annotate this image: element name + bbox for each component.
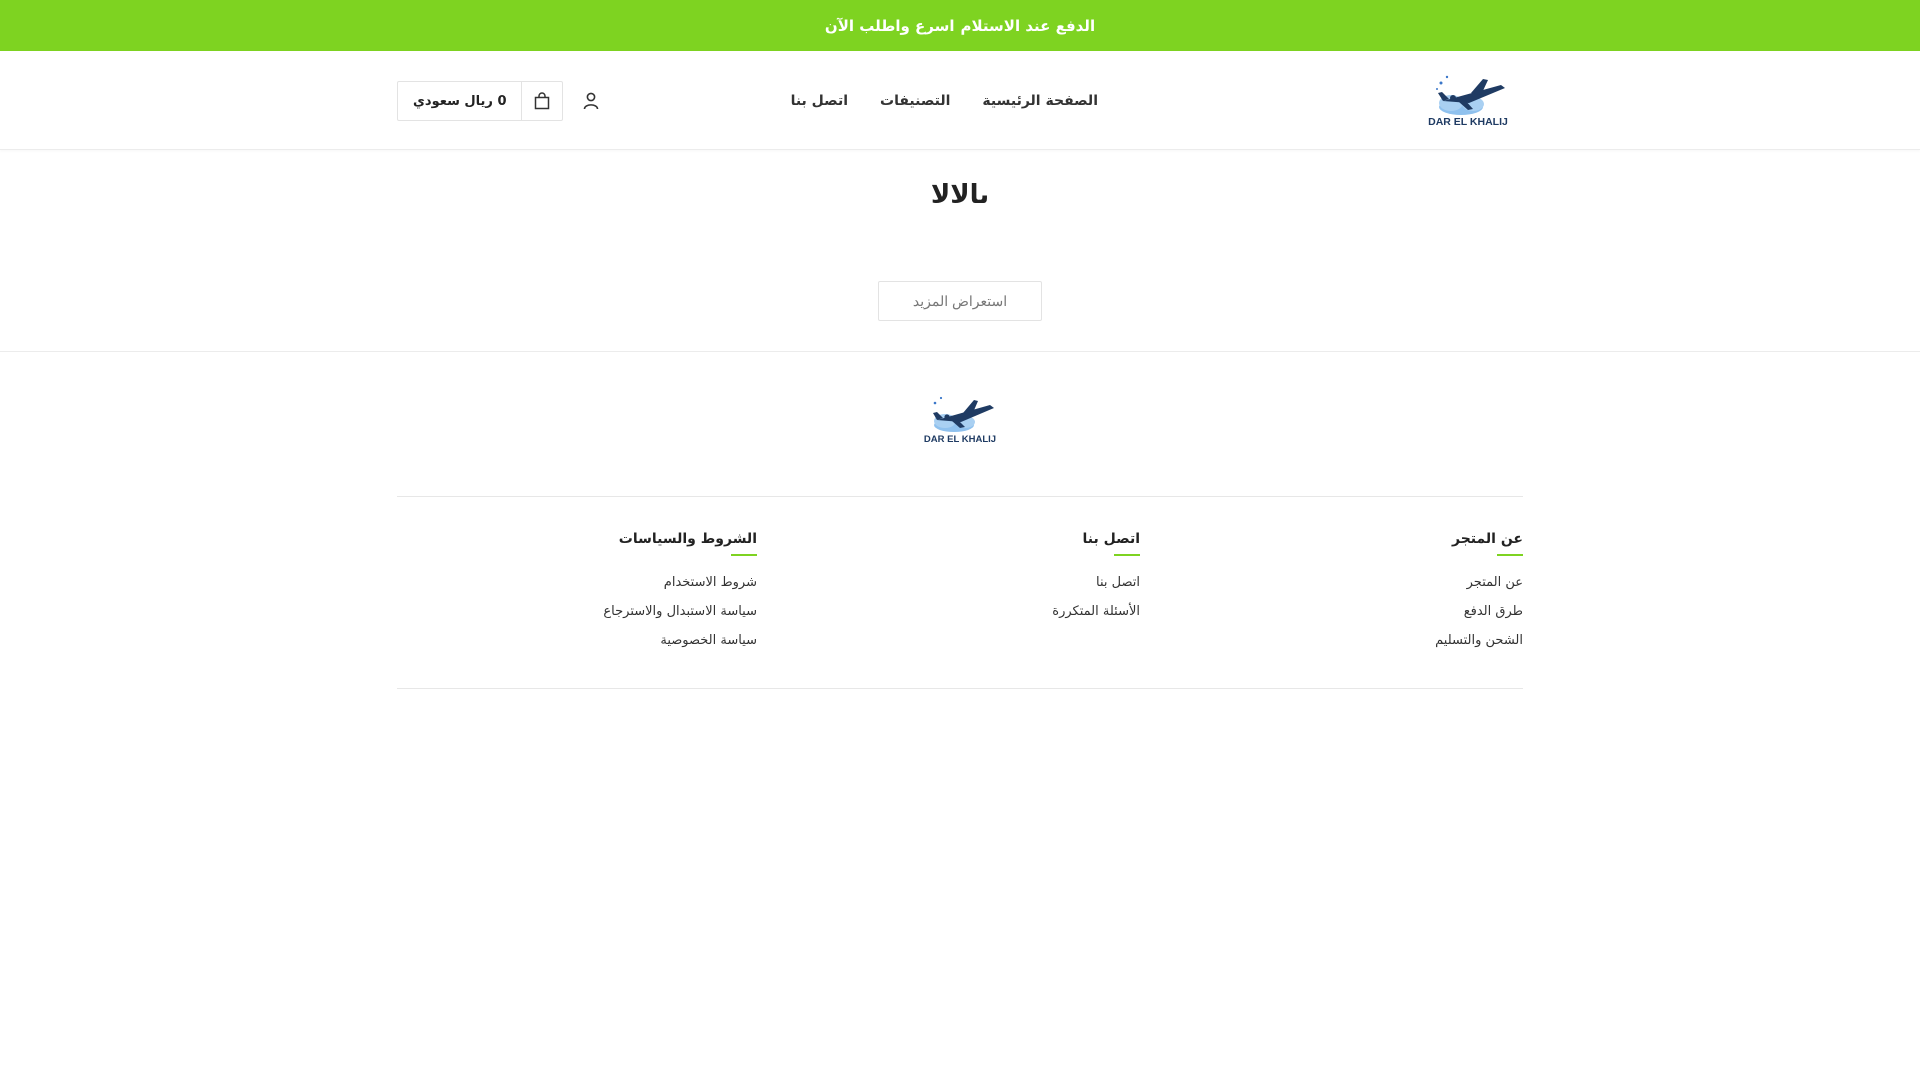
title-underline — [1497, 554, 1523, 556]
footer-link-privacy[interactable]: سياسة الخصوصية — [397, 632, 757, 649]
cart-icon-wrap[interactable] — [522, 82, 562, 120]
footer-logo[interactable]: DAR EL KHALIJ — [910, 393, 1010, 445]
footer-logo-graphic: DAR EL KHALIJ — [924, 396, 996, 445]
title-underline — [731, 554, 757, 556]
footer-link-faq[interactable]: الأسئلة المتكررة — [780, 603, 1140, 620]
nav-categories[interactable]: التصنيفات — [880, 93, 950, 109]
footer-link-returns[interactable]: سياسة الاستبدال والاسترجاع — [397, 603, 757, 620]
cart-total: 0 ريال سعودي — [398, 82, 523, 120]
site-header: DAR EL KHALIJ الصفحة الرئيسية التصنيفات … — [0, 51, 1920, 150]
announcement-bar: الدفع عند الاستلام اسرع واطلب الآن — [0, 0, 1920, 51]
footer-link-about[interactable]: عن المتجر — [1163, 574, 1523, 591]
title-underline — [1114, 554, 1140, 556]
content-divider — [0, 351, 1920, 352]
footer-divider-bottom — [397, 688, 1523, 689]
page-title: ىالالا — [930, 180, 990, 210]
footer-col-title: الشروط والسياسات — [618, 531, 757, 547]
footer-col-policies: الشروط والسياسات شروط الاستخدام سياسة ال… — [397, 528, 757, 661]
store-logo[interactable]: DAR EL KHALIJ — [1413, 71, 1523, 129]
logo-graphic: DAR EL KHALIJ — [1428, 75, 1508, 128]
footer-col-title: اتصل بنا — [1082, 531, 1140, 547]
nav-contact[interactable]: اتصل بنا — [791, 93, 848, 109]
footer-divider-top — [397, 496, 1523, 497]
footer-link-shipping[interactable]: الشحن والتسليم — [1163, 632, 1523, 649]
footer-logo-wordmark: DAR EL KHALIJ — [924, 434, 996, 445]
user-icon — [583, 92, 599, 110]
announcement-text-cod: الدفع عند الاستلام — [960, 16, 1096, 35]
cart-icon — [535, 92, 550, 110]
footer-link-payment[interactable]: طرق الدفع — [1163, 603, 1523, 620]
footer-link-contact[interactable]: اتصل بنا — [780, 574, 1140, 591]
announcement-text-order-now: اسرع واطلب الآن — [824, 16, 955, 35]
footer-col-title: عن المتجر — [1452, 531, 1523, 547]
footer-link-terms[interactable]: شروط الاستخدام — [397, 574, 757, 591]
nav-home[interactable]: الصفحة الرئيسية — [982, 93, 1098, 109]
logo-wordmark: DAR EL KHALIJ — [1428, 116, 1508, 128]
cart-widget[interactable]: 0 ريال سعودي — [397, 81, 564, 121]
footer-col-contact: اتصل بنا اتصل بنا الأسئلة المتكررة — [780, 528, 1140, 632]
footer-columns: عن المتجر عن المتجر طرق الدفع الشحن والت… — [397, 528, 1523, 678]
load-more-button[interactable]: استعراض المزيد — [878, 281, 1042, 321]
footer-col-about: عن المتجر عن المتجر طرق الدفع الشحن والت… — [1163, 528, 1523, 661]
account-button[interactable] — [577, 87, 605, 115]
main-nav: الصفحة الرئيسية التصنيفات اتصل بنا — [791, 51, 1098, 150]
